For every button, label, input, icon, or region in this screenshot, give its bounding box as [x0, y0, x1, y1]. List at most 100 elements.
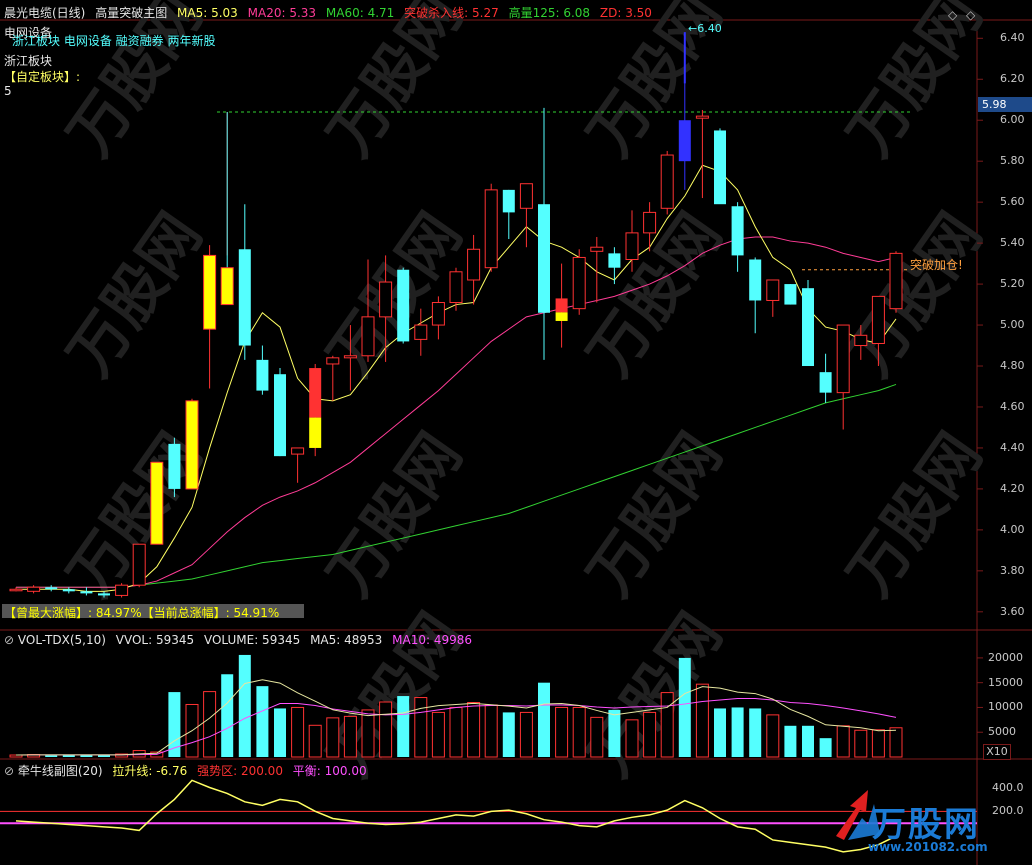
indicator-name[interactable]: 高量突破主图	[95, 6, 167, 20]
watermark-text: 万股网	[835, 201, 996, 389]
candle-body-down	[802, 288, 814, 367]
vol-axis-label: 10000	[988, 700, 1023, 714]
volume-bar-up	[836, 725, 850, 758]
vol-settings-icon[interactable]: ⊘	[4, 633, 14, 647]
watermark-text: 万股网	[315, 601, 476, 789]
vol-axis-label: 20000	[988, 650, 1023, 664]
candle-body-up	[854, 334, 868, 347]
price-axis-label: 5.40	[1000, 236, 1025, 250]
osc-axis-label: 200.0	[992, 804, 1024, 818]
candle-body-lower	[555, 312, 568, 321]
watermark-text: 万股网	[835, 421, 996, 609]
volume-bar-up	[625, 719, 639, 758]
candle-body-up	[27, 586, 41, 592]
pull-line-value: 拉升线: -6.76	[112, 764, 188, 778]
volume-bar-down	[168, 692, 181, 757]
candle-body-down	[819, 372, 832, 393]
volume-bar-down	[819, 738, 832, 757]
concept-list: 浙江板块 电网设备 融资融券 两年新股	[12, 34, 216, 48]
candle-body-up	[115, 584, 129, 596]
volume-bar-down	[749, 708, 762, 757]
candle-body-breakout	[203, 254, 217, 330]
price-axis-label: 5.80	[1000, 154, 1025, 168]
volume-bar-down	[802, 725, 814, 757]
osc-indicator-name[interactable]: 牵牛线副图(20)	[18, 764, 103, 778]
price-axis-label: 5.20	[1000, 277, 1025, 291]
candle-body-down	[98, 593, 110, 596]
watermark-text: 万股网	[575, 421, 736, 609]
chart-canvas[interactable]: 万股网 万股网 万股网 万股网万股网 万股网 万股网 万股网万股网 万股网 万股网 万股网万股网万…	[0, 0, 1032, 865]
high-point-label: ←6.40	[688, 22, 722, 35]
volume-bar-down	[238, 654, 251, 757]
vol-scale-button[interactable]: X10	[983, 744, 1011, 760]
vol-ma10-value: MA10: 49986	[392, 633, 472, 647]
candle-body-breakout	[150, 461, 164, 545]
candle-body-up	[590, 246, 604, 252]
price-axis-label: 3.60	[1000, 604, 1025, 618]
gain-summary: 【曾最大涨幅】: 84.97%【当前总涨幅】: 54.91%	[4, 606, 280, 620]
watermark-text: 万股网	[575, 601, 736, 789]
candle-body-down	[538, 204, 550, 313]
price-axis-label: 6.20	[1000, 72, 1025, 86]
candle-body-down	[731, 206, 744, 256]
ma60-value: MA60: 4.71	[325, 6, 395, 20]
pull-line	[15, 779, 897, 853]
current-price-tag: 5.98	[978, 97, 1032, 112]
volume-bar-up	[590, 716, 604, 758]
osc-settings-icon[interactable]: ⊘	[4, 764, 14, 778]
candle-body-up	[414, 324, 428, 340]
candle-body-up	[9, 588, 23, 592]
volume-value: VOLUME: 59345	[203, 633, 301, 647]
strong-zone-value: 强势区: 200.00	[197, 764, 283, 778]
candle-body-up	[695, 115, 709, 119]
diamond-icon[interactable]: ◇	[948, 8, 957, 22]
volume-bar-up	[291, 706, 305, 758]
candle-body-down	[397, 269, 410, 342]
vol-indicator-name[interactable]: VOL-TDX(5,10)	[18, 633, 106, 647]
volume-bar-up	[555, 706, 569, 758]
volume-bar-up	[467, 702, 481, 758]
window-toggle-icon[interactable]: ◇	[966, 8, 975, 22]
candle-body-lower	[309, 417, 322, 448]
candle-body-up	[467, 248, 481, 281]
zd-value: ZD: 3.50	[599, 6, 652, 20]
candle-body-down	[45, 587, 58, 590]
volume-bar-down	[784, 725, 797, 757]
volume-series	[9, 654, 983, 758]
volume-bar-down	[714, 708, 726, 757]
vol-axis-label: 15000	[988, 675, 1023, 689]
candle-body-upper	[309, 368, 322, 418]
volume-bar-up	[326, 717, 340, 758]
candle-body-down	[168, 443, 181, 489]
stock-name[interactable]: 晨光电缆(日线)	[4, 6, 85, 20]
candle-body-up	[660, 154, 674, 209]
volume-bar-down	[678, 657, 691, 757]
volume-bar-up	[854, 729, 868, 758]
candle-body-down	[784, 284, 797, 305]
candle-body-down	[502, 189, 515, 213]
volume-bar-down	[45, 755, 58, 757]
volume-bar-up	[660, 692, 674, 758]
candle-body-breakout	[185, 400, 199, 490]
volume-bar-up	[308, 724, 322, 758]
candle-body-up	[889, 252, 903, 310]
candle-body-up	[132, 543, 146, 586]
volume-bar-up	[643, 711, 657, 758]
candle-body-up	[291, 447, 305, 455]
candle-body-up	[836, 324, 850, 394]
volume-bar-down	[608, 709, 621, 757]
candle-body-up	[361, 316, 375, 357]
candle-body-up	[431, 302, 445, 326]
price-axis-label: 5.00	[1000, 318, 1025, 332]
price-axis-label: 3.80	[1000, 563, 1025, 577]
brand-name: 万股网	[872, 805, 980, 845]
volume-bar-up	[484, 704, 498, 758]
watermark-text: 万股网	[835, 0, 996, 169]
candle-body-up	[766, 279, 780, 301]
vvol-value: VVOL: 59345	[115, 633, 195, 647]
volume-bar-up	[449, 706, 463, 758]
watermark-text: 万股网	[315, 421, 476, 609]
volume-bar-up	[871, 729, 885, 758]
breakout-line-value: 突破杀入线: 5.27	[404, 6, 499, 20]
volume-bar-up	[572, 706, 586, 758]
